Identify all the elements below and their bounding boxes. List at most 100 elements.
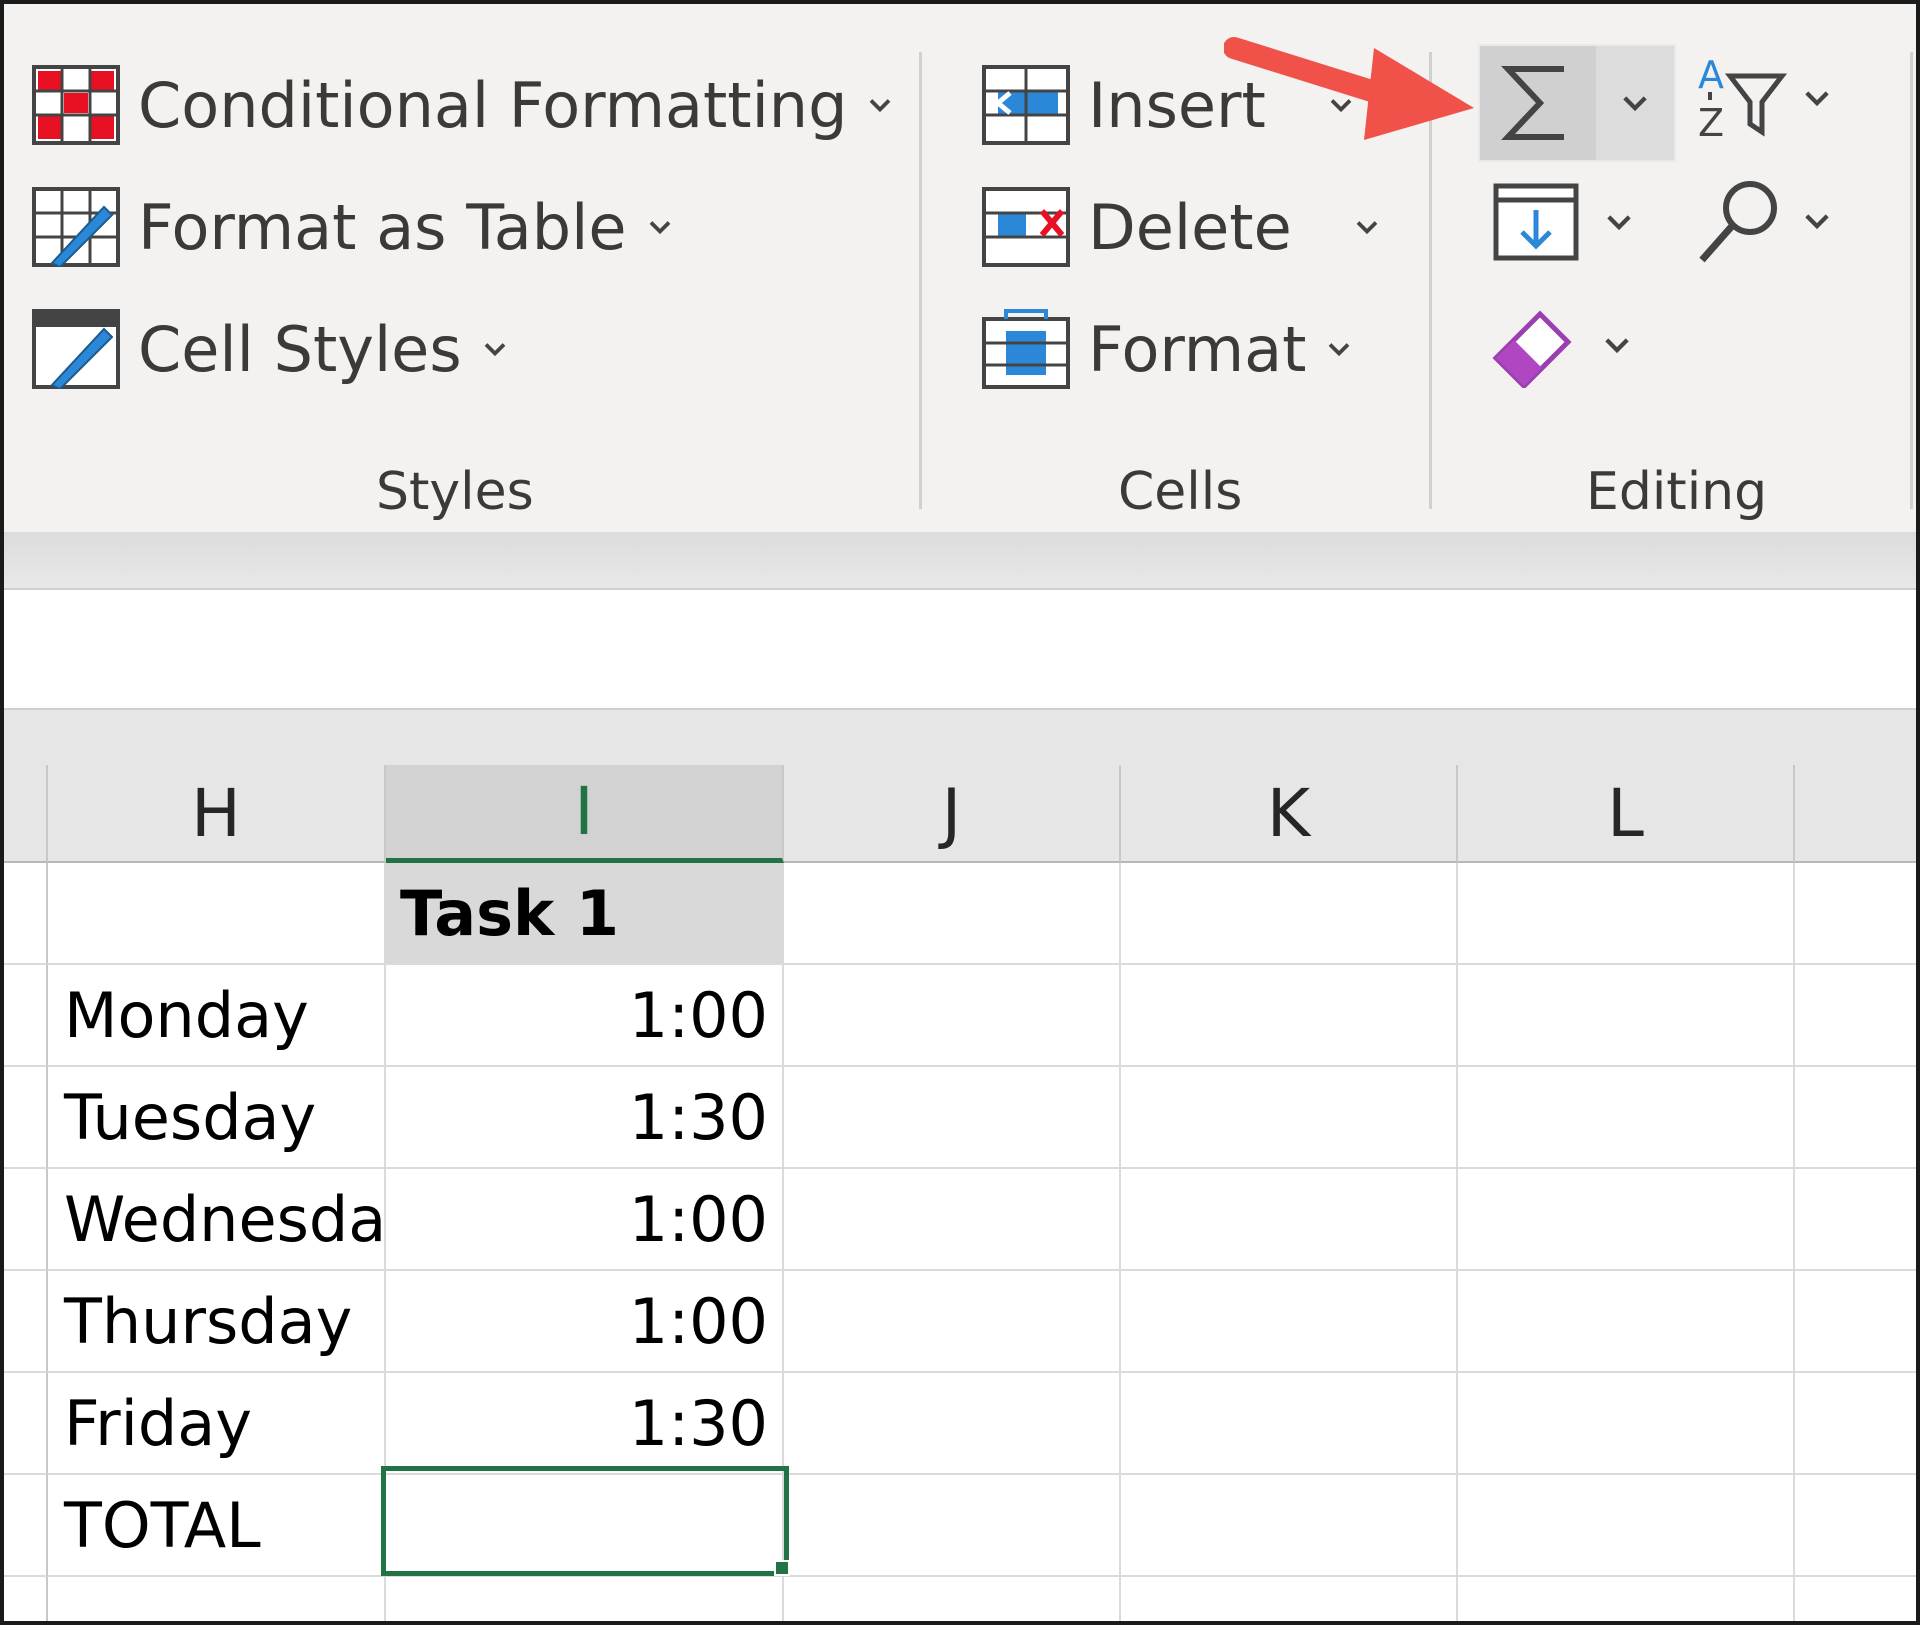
chevron-down-icon — [1605, 338, 1629, 354]
format-as-table-button[interactable]: Format as Table — [32, 172, 675, 282]
time-value-cell[interactable]: 1:30 — [386, 1067, 784, 1169]
annotation-arrow-icon — [1224, 37, 1474, 140]
grid-cell[interactable] — [1458, 965, 1795, 1067]
grid-cell[interactable] — [1458, 1475, 1795, 1577]
grid-cell[interactable] — [784, 863, 1121, 965]
svg-text:Z: Z — [1698, 101, 1724, 144]
row-header[interactable] — [4, 1271, 48, 1373]
header-cell-task[interactable]: Task 1 — [386, 863, 784, 965]
grid-cell[interactable] — [1795, 863, 1916, 965]
conditional-formatting-label: Conditional Formatting — [138, 68, 848, 142]
time-value-cell[interactable]: 1:00 — [386, 1271, 784, 1373]
time-value-cell[interactable]: 1:30 — [386, 1373, 784, 1475]
conditional-formatting-icon — [32, 65, 120, 145]
grid-cell[interactable] — [1795, 1475, 1916, 1577]
row-header[interactable] — [4, 863, 48, 965]
delete-button[interactable]: Delete — [982, 172, 1382, 282]
row-header[interactable] — [4, 965, 48, 1067]
grid-cell[interactable] — [1121, 965, 1458, 1067]
grid-cell[interactable] — [784, 1475, 1121, 1577]
grid-cell[interactable] — [784, 965, 1121, 1067]
row-header-corner[interactable] — [4, 765, 48, 863]
formula-bar[interactable] — [4, 590, 1916, 710]
row-label-cell[interactable]: Monday — [48, 965, 386, 1067]
column-header-j[interactable]: J — [784, 765, 1121, 863]
grid-cell[interactable] — [1795, 1271, 1916, 1373]
row-header[interactable] — [4, 1373, 48, 1475]
time-value-cell[interactable]: 1:00 — [386, 965, 784, 1067]
grid-cell[interactable] — [1458, 1577, 1795, 1621]
row-label-cell[interactable]: Wednesda — [48, 1169, 386, 1271]
grid-cell[interactable] — [1121, 863, 1458, 965]
row-label-cell[interactable]: Tuesday — [48, 1067, 386, 1169]
format-as-table-icon — [32, 187, 120, 267]
chevron-down-icon — [484, 343, 505, 357]
cells-group-label: Cells — [1118, 462, 1243, 522]
clear-icon — [1492, 310, 1572, 388]
time-value-cell[interactable]: 1:00 — [386, 1169, 784, 1271]
grid-cell[interactable] — [784, 1373, 1121, 1475]
fill-handle[interactable] — [774, 1560, 790, 1576]
chevron-down-icon — [1805, 91, 1829, 107]
cell-styles-button[interactable]: Cell Styles — [32, 294, 510, 404]
column-header-i[interactable]: I — [386, 765, 784, 863]
header-gap — [4, 710, 1916, 765]
autosum-main[interactable] — [1480, 46, 1596, 160]
grid-cell[interactable] — [1121, 1373, 1458, 1475]
sort-filter-button[interactable]: A Z — [1694, 52, 1834, 144]
grid-cell[interactable] — [1458, 1067, 1795, 1169]
row-header[interactable] — [4, 1067, 48, 1169]
grid-cell[interactable] — [784, 1067, 1121, 1169]
row-header[interactable] — [4, 1169, 48, 1271]
row-label-cell[interactable]: TOTAL — [48, 1475, 386, 1577]
grid-cell[interactable] — [1458, 1271, 1795, 1373]
grid-cell[interactable] — [1795, 1373, 1916, 1475]
grid-cell[interactable] — [1121, 1475, 1458, 1577]
grid-cell[interactable] — [48, 863, 386, 965]
grid-cell[interactable] — [1795, 1169, 1916, 1271]
grid-cell[interactable] — [1121, 1169, 1458, 1271]
editing-group-label: Editing — [1586, 462, 1768, 522]
chevron-down-icon — [649, 221, 670, 235]
sort-filter-icon: A Z — [1698, 53, 1788, 144]
row-header[interactable] — [4, 1475, 48, 1577]
grid-cell[interactable] — [1458, 1373, 1795, 1475]
format-cells-icon — [982, 309, 1070, 389]
grid-cell[interactable] — [784, 1169, 1121, 1271]
active-cell-selection[interactable] — [381, 1466, 789, 1576]
format-label: Format — [1088, 312, 1307, 386]
autosum-button[interactable] — [1478, 44, 1676, 162]
cell-styles-icon — [32, 309, 120, 389]
styles-group-label: Styles — [376, 462, 534, 522]
clear-button[interactable] — [1492, 302, 1634, 388]
column-header-h[interactable]: H — [48, 765, 386, 863]
grid-cell[interactable] — [1458, 863, 1795, 965]
grid-cell[interactable] — [1458, 1169, 1795, 1271]
grid-cell[interactable] — [1795, 965, 1916, 1067]
conditional-formatting-button[interactable]: Conditional Formatting — [32, 50, 895, 160]
grid-cell[interactable] — [1795, 1577, 1916, 1621]
find-icon — [1699, 181, 1777, 263]
group-separator — [1910, 52, 1913, 509]
row-label-cell[interactable]: Thursday — [48, 1271, 386, 1373]
grid-cell[interactable] — [1795, 1067, 1916, 1169]
grid-cell[interactable] — [1121, 1067, 1458, 1169]
grid-cell[interactable] — [1121, 1271, 1458, 1373]
find-select-button[interactable] — [1694, 176, 1834, 266]
format-button[interactable]: Format — [982, 294, 1354, 404]
grid-cell[interactable] — [1121, 1577, 1458, 1621]
chevron-down-icon — [1805, 214, 1829, 230]
grid-cell[interactable] — [386, 1577, 784, 1621]
row-header[interactable] — [4, 1577, 48, 1621]
grid-cell[interactable] — [48, 1577, 386, 1621]
column-header-next[interactable] — [1795, 765, 1916, 863]
column-header-l[interactable]: L — [1458, 765, 1795, 863]
ribbon: Conditional Formatting Format as Table C… — [4, 4, 1916, 532]
grid-cell[interactable] — [784, 1577, 1121, 1621]
chevron-down-icon — [1607, 215, 1631, 231]
column-header-k[interactable]: K — [1121, 765, 1458, 863]
grid-cell[interactable] — [784, 1271, 1121, 1373]
row-label-cell[interactable]: Friday — [48, 1373, 386, 1475]
chevron-down-icon[interactable] — [1618, 86, 1652, 120]
fill-button[interactable] — [1492, 182, 1636, 262]
